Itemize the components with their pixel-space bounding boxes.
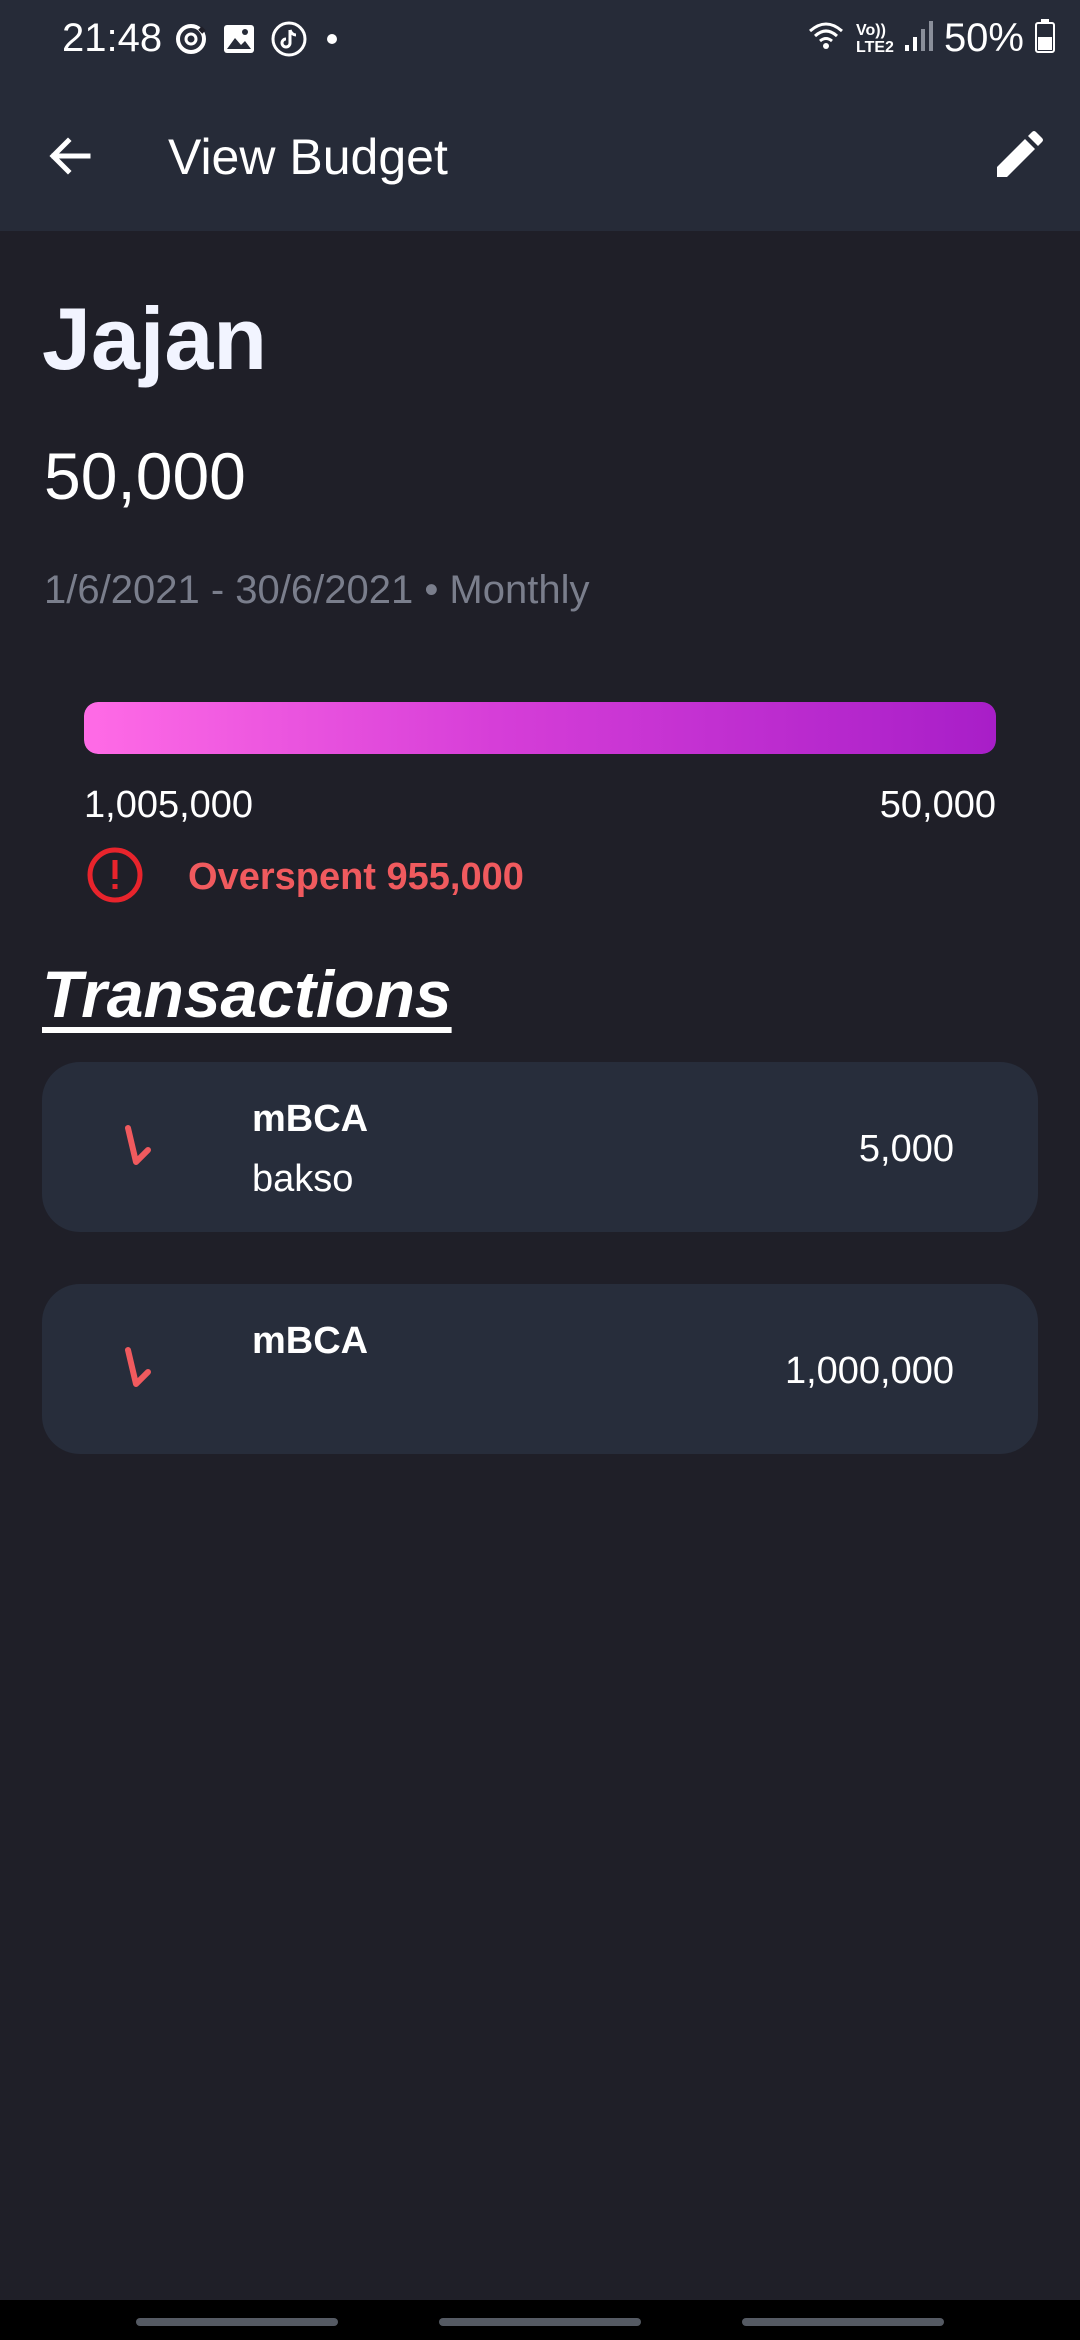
- budget-name: Jajan: [42, 289, 268, 388]
- pencil-icon: [991, 129, 1045, 188]
- tiktok-icon: [270, 20, 308, 63]
- expense-arrow-icon: [116, 1122, 156, 1172]
- transaction-card[interactable]: mBCA bakso 5,000: [42, 1062, 1038, 1232]
- transaction-amount: 1,000,000: [784, 1350, 954, 1392]
- page-title: View Budget: [168, 129, 448, 185]
- status-bar: 21:48 Vo)) LTE2 50%: [0, 0, 1080, 84]
- budget-progress-fill: [84, 702, 996, 754]
- overspent-text: Overspent 955,000: [188, 856, 524, 898]
- nav-back[interactable]: [742, 2318, 944, 2326]
- system-nav-bar: [0, 2300, 1080, 2340]
- back-button[interactable]: [38, 126, 102, 190]
- budget-amount: 50,000: [44, 439, 246, 513]
- transaction-note: bakso: [252, 1158, 354, 1200]
- status-time: 21:48: [62, 16, 163, 60]
- network-bottom-label: LTE2: [856, 38, 894, 56]
- overspent-warning: Overspent 955,000: [86, 846, 524, 909]
- gallery-icon: [222, 23, 256, 60]
- network-top-label: Vo)): [856, 21, 886, 39]
- transactions-title: Transactions: [42, 957, 452, 1031]
- budget-progress-bar: [84, 702, 996, 754]
- limit-amount: 50,000: [879, 784, 996, 826]
- battery-icon: [1034, 18, 1056, 59]
- wifi-icon: [806, 19, 846, 58]
- edit-button[interactable]: [980, 120, 1056, 196]
- spent-amount: 1,005,000: [84, 784, 254, 826]
- budget-period: 1/6/2021 - 30/6/2021 • Monthly: [44, 568, 590, 612]
- nav-recents[interactable]: [136, 2318, 338, 2326]
- transaction-amount: 5,000: [858, 1128, 954, 1170]
- nav-home[interactable]: [439, 2318, 641, 2326]
- status-right-icons: Vo)) LTE2 50%: [806, 16, 1056, 61]
- transaction-card[interactable]: mBCA 1,000,000: [42, 1284, 1038, 1454]
- dot-icon: [322, 29, 342, 54]
- signal-icon: [904, 19, 934, 58]
- volte-icon: Vo)) LTE2: [856, 22, 894, 56]
- error-icon: [86, 846, 144, 909]
- expense-arrow-icon: [116, 1344, 156, 1394]
- transaction-account: mBCA: [252, 1098, 369, 1140]
- battery-percent: 50%: [943, 16, 1024, 60]
- transaction-account: mBCA: [252, 1320, 369, 1362]
- arrow-back-icon: [46, 132, 94, 185]
- app-bar: View Budget: [0, 84, 1080, 231]
- sync-icon: [174, 22, 208, 61]
- status-left-icons: [174, 20, 342, 63]
